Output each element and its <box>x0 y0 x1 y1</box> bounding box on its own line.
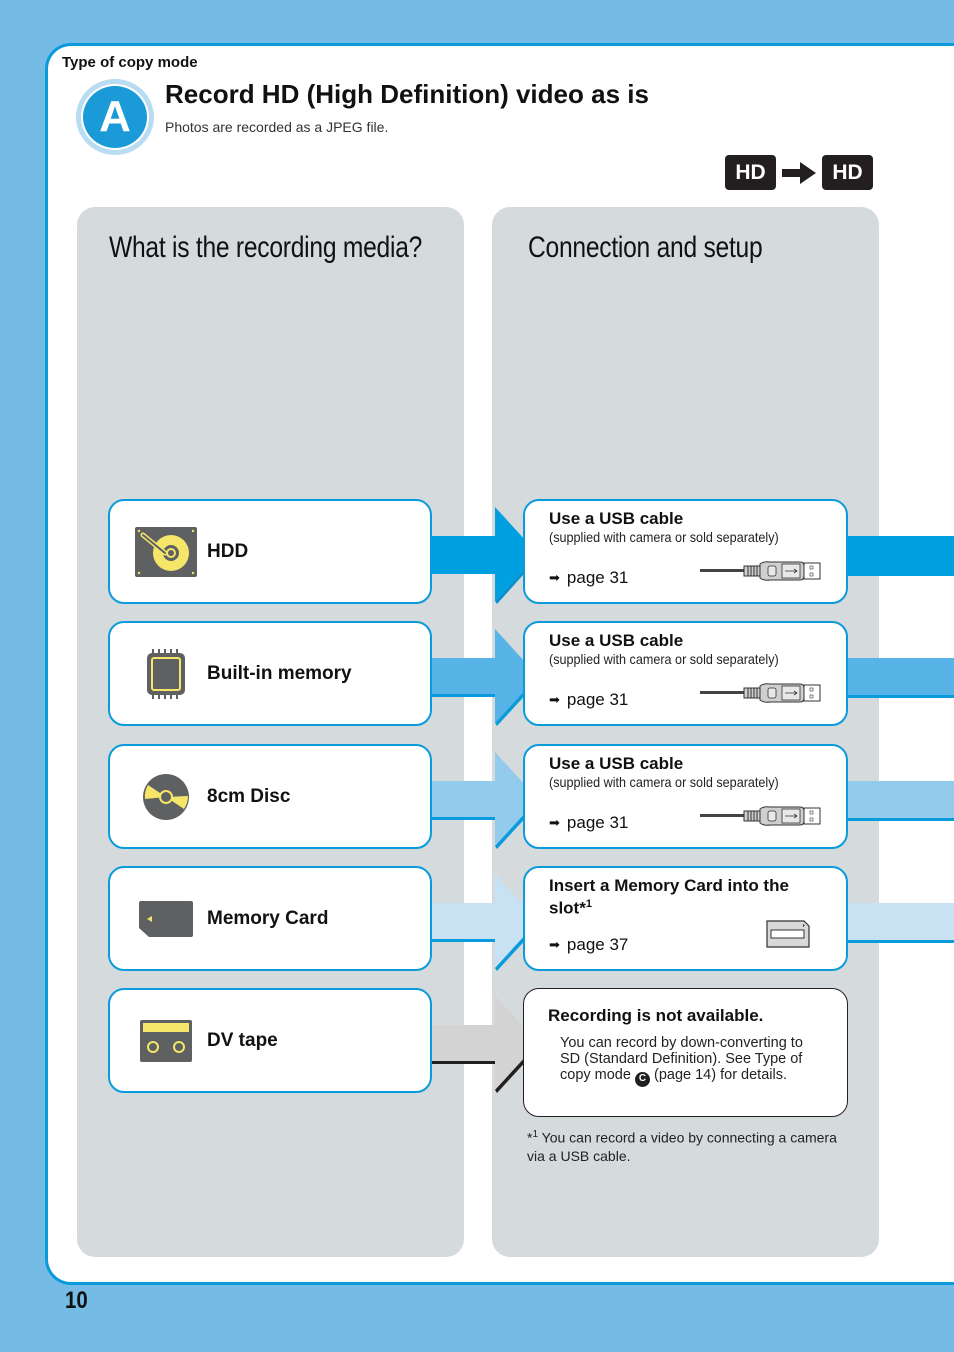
page-reference-link[interactable]: ➡ page 31 <box>549 813 628 833</box>
source-format-badge: HD <box>725 155 776 190</box>
connection-card-usb[interactable]: Use a USB cable (supplied with camera or… <box>523 499 848 604</box>
media-card-8cm-disc[interactable]: 8cm Disc <box>108 744 432 849</box>
usb-cable-icon <box>700 804 822 833</box>
arrow-right-icon: ➡ <box>549 570 560 585</box>
connection-title: Insert a Memory Card into the slot*1 <box>549 876 846 918</box>
connection-body: You can record by down-converting to SD … <box>560 1035 827 1087</box>
connection-note: (supplied with camera or sold separately… <box>549 651 779 667</box>
connection-card-usb[interactable]: Use a USB cable (supplied with camera or… <box>523 621 848 726</box>
copy-mode-badge: A <box>76 79 154 155</box>
page-subtitle: Photos are recorded as a JPEG file. <box>165 119 389 135</box>
page-reference: page 31 <box>566 813 629 832</box>
page-reference-link[interactable]: ➡ page 37 <box>549 935 628 955</box>
copy-mode-c-icon: C <box>634 1071 650 1087</box>
connection-title-line2: slot* <box>549 898 586 918</box>
connection-card-memory-slot[interactable]: Insert a Memory Card into the slot*1 ➡ p… <box>523 866 848 971</box>
media-card-built-in-memory[interactable]: Built-in memory <box>108 621 432 726</box>
footnote-number: 1 <box>532 1129 539 1140</box>
usb-cable-icon <box>700 559 822 588</box>
memory-chip-icon <box>135 648 197 700</box>
page-reference-link[interactable]: ➡ page 31 <box>549 568 628 588</box>
arrow-right-icon: ➡ <box>549 937 560 952</box>
media-panel: What is the recording media? <box>77 207 464 1257</box>
media-label: DV tape <box>207 1029 278 1051</box>
connection-title: Use a USB cable <box>549 754 684 773</box>
copy-mode-letter: A <box>81 84 149 150</box>
connection-note: (supplied with camera or sold separately… <box>549 774 779 790</box>
connector-bar-hdd <box>846 536 954 576</box>
body-text-link[interactable]: (page 14) for details. <box>654 1067 787 1083</box>
arrow-right-icon: ➡ <box>549 692 560 707</box>
media-card-hdd[interactable]: HDD <box>108 499 432 604</box>
connection-card-usb[interactable]: Use a USB cable (supplied with camera or… <box>523 744 848 849</box>
footnote: *1 You can record a video by connecting … <box>527 1126 847 1165</box>
media-label: Built-in memory <box>207 662 352 684</box>
memory-card-icon <box>135 893 197 945</box>
connector-bar-8cm-disc <box>846 781 954 821</box>
page-number: 10 <box>65 1287 88 1314</box>
connection-title: Use a USB cable <box>549 509 684 528</box>
connection-note: (supplied with camera or sold separately… <box>549 529 779 545</box>
footnote-ref: 1 <box>585 898 592 910</box>
connection-title: Recording is not available. <box>548 1006 764 1025</box>
connector-bar-memory-card <box>846 903 954 943</box>
right-arrow-icon <box>776 155 822 190</box>
media-label: HDD <box>207 540 249 562</box>
page-reference-link[interactable]: ➡ page 31 <box>549 690 628 710</box>
target-format-badge: HD <box>822 155 873 190</box>
hard-disk-icon <box>135 526 197 578</box>
page-reference: page 37 <box>566 935 629 954</box>
media-card-dv-tape[interactable]: DV tape <box>108 988 432 1093</box>
disc-icon <box>135 771 197 823</box>
conversion-indicator: HD HD <box>725 155 873 190</box>
page-reference: page 31 <box>566 568 629 587</box>
media-panel-title: What is the recording media? <box>109 231 423 264</box>
page-reference: page 31 <box>566 690 629 709</box>
memory-card-slot-icon <box>766 920 810 953</box>
usb-cable-icon <box>700 681 822 710</box>
footnote-text: You can record a video by connecting a c… <box>527 1129 837 1164</box>
arrow-right-icon: ➡ <box>549 815 560 830</box>
media-label: Memory Card <box>207 907 329 929</box>
media-card-memory-card[interactable]: Memory Card <box>108 866 432 971</box>
connection-title: Use a USB cable <box>549 631 684 650</box>
dv-tape-icon <box>135 1015 197 1067</box>
connection-panel-title: Connection and setup <box>528 231 763 264</box>
connection-card-not-available: Recording is not available. You can reco… <box>523 988 848 1117</box>
media-label: 8cm Disc <box>207 785 291 807</box>
connector-bar-built-in-memory <box>846 658 954 698</box>
page-title: Record HD (High Definition) video as is <box>165 79 649 109</box>
connection-title-line1: Insert a Memory Card into the <box>549 876 789 895</box>
section-label: Type of copy mode <box>62 54 198 71</box>
